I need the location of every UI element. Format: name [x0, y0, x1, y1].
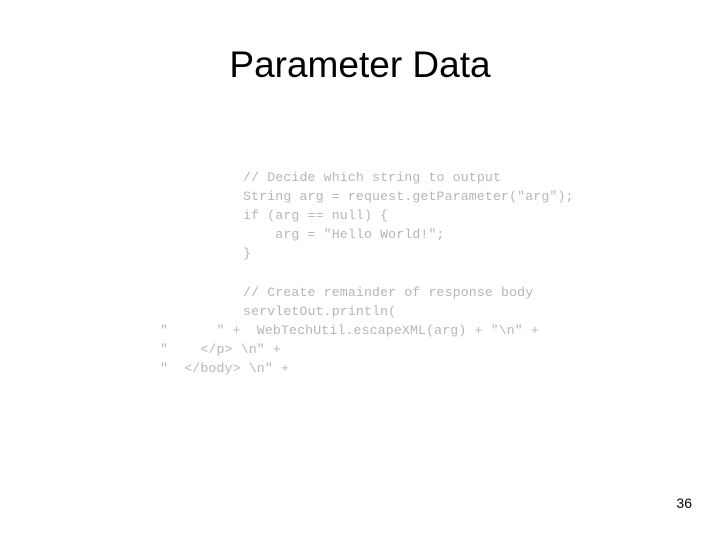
page-title: Parameter Data: [229, 44, 491, 85]
page-number: 36: [676, 495, 692, 511]
code-line: " </p> \n" +: [160, 341, 281, 357]
code-line: if (arg == null) {: [243, 208, 389, 224]
slide: Parameter Data // Decide which string to…: [0, 0, 720, 540]
code-line: String arg = request.getParameter("arg")…: [243, 189, 574, 205]
code-block: // Decide which string to output String a…: [158, 168, 628, 378]
code-line: arg = "Hello World!";: [243, 227, 445, 243]
code-line: // Decide which string to output: [243, 170, 502, 185]
code-line: // Create remainder of response body: [243, 284, 534, 300]
code-line: servletOut.println(: [243, 303, 397, 319]
code-line: }: [243, 246, 252, 262]
code-line: " " + WebTechUtil.escapeXML(arg) + "\n" …: [160, 322, 539, 338]
code-line: " </body> \n" +: [160, 360, 290, 376]
